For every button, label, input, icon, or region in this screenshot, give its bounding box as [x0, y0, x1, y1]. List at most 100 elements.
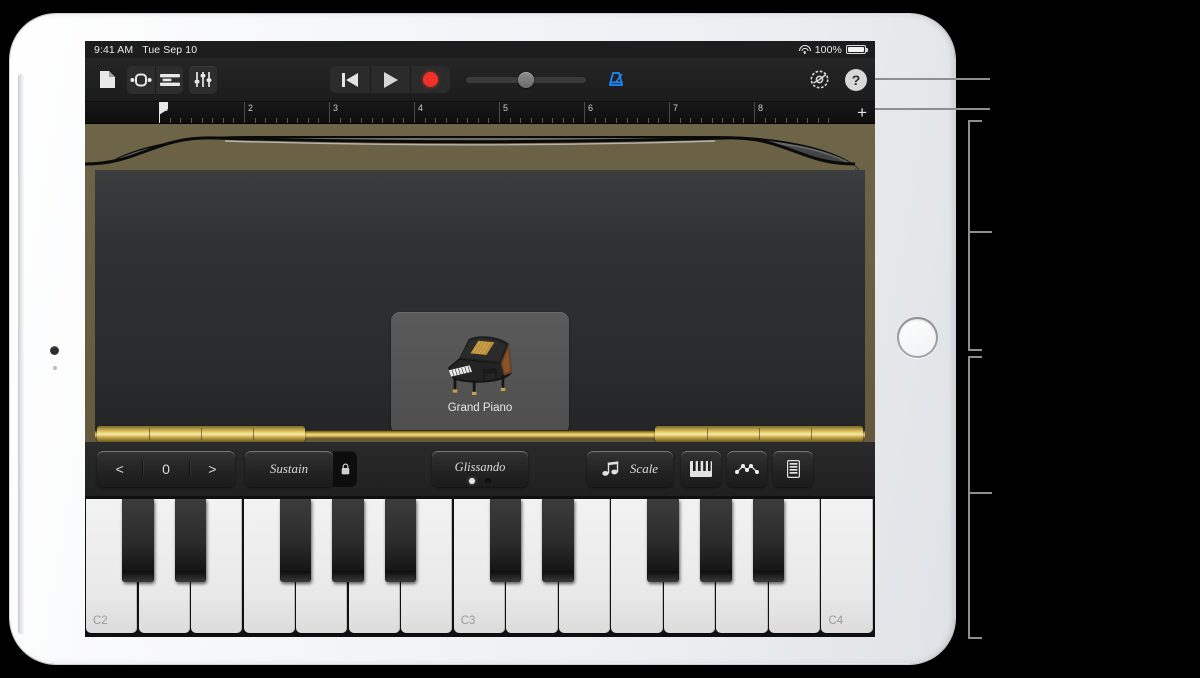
ruler-tick [488, 118, 490, 123]
metronome-button[interactable] [602, 66, 630, 94]
loop-browser-button[interactable] [127, 66, 155, 94]
octave-down-button[interactable]: < [97, 461, 142, 477]
lock-icon [341, 463, 349, 475]
volume-slider-knob[interactable] [518, 71, 534, 88]
ruler-ticks [499, 117, 584, 123]
ruler-tick [286, 118, 288, 123]
ruler-tick [732, 118, 734, 123]
ruler-tick [318, 118, 320, 123]
black-key-F#2[interactable] [279, 499, 312, 583]
ruler-tick [637, 118, 639, 123]
fx-mixer-button[interactable] [189, 65, 217, 94]
white-key-C-14[interactable]: C4 [821, 499, 873, 633]
scale-label: Scale [629, 461, 659, 476]
callout-instrument-bracket [968, 120, 970, 351]
ruler-bar-label: 5 [503, 103, 509, 113]
wifi-icon [798, 45, 811, 54]
ruler-tick [254, 118, 256, 123]
black-key-C#2[interactable] [122, 499, 154, 583]
glissando-mode-dots[interactable] [469, 477, 491, 484]
callout-toolbar [875, 78, 990, 80]
help-button[interactable]: ? [845, 68, 867, 91]
keyboard-size-button[interactable] [773, 451, 813, 487]
octave-label: C4 [828, 615, 844, 627]
black-key-A#2[interactable] [384, 499, 417, 583]
black-key-G#3[interactable] [700, 499, 732, 583]
piano-keyboard[interactable]: C2 C3 C4 [85, 496, 875, 637]
ruler-tick [775, 118, 777, 123]
settings-button[interactable] [805, 66, 833, 94]
ruler-tick [541, 118, 543, 123]
piano-keys-container[interactable]: C2 C3 C4 [86, 499, 874, 633]
arpeggiator-button[interactable] [727, 451, 767, 487]
ruler-ticks [584, 117, 669, 123]
glissando-button[interactable]: Glissando [432, 451, 528, 487]
ruler-ticks [244, 117, 329, 123]
ruler-tick [233, 118, 235, 123]
metronome-icon [608, 71, 624, 86]
grand-piano-icon [448, 336, 512, 395]
ruler-tick [212, 118, 214, 123]
playhead[interactable] [159, 102, 169, 123]
ruler-tick [201, 118, 203, 123]
ruler-tick [435, 118, 437, 123]
ruler-tick [796, 118, 798, 123]
black-key-D#3[interactable] [542, 499, 574, 583]
ruler-tick [467, 118, 469, 123]
ruler-ticks [669, 117, 754, 123]
arpeggiator-icon [735, 464, 759, 474]
mixer-sliders-icon [194, 72, 212, 87]
main-toolbar: ? [85, 58, 875, 102]
keyboard-control-strip: < 0 > Sustain Glissando Scale [85, 442, 875, 496]
ruler-bar-label: 2 [248, 103, 254, 113]
black-key-G#2[interactable] [332, 499, 364, 583]
scale-button[interactable]: Scale [587, 451, 673, 487]
timeline-ruler[interactable]: 12345678 + [85, 102, 875, 124]
black-key-F#3[interactable] [647, 499, 679, 583]
ruler-ticks [159, 117, 244, 123]
sustain-button[interactable]: Sustain [245, 451, 333, 487]
track-view-button[interactable] [155, 65, 183, 94]
ruler-tick [562, 118, 564, 123]
ruler-bar-label: 3 [333, 103, 339, 113]
octave-value: 0 [142, 461, 188, 477]
ruler-bar-label: 8 [758, 103, 764, 113]
play-button[interactable] [370, 66, 410, 93]
play-icon [384, 71, 398, 88]
keyboard-layout-button[interactable] [681, 451, 721, 487]
transport-and-volume [330, 66, 630, 94]
ruler-tick [180, 118, 182, 123]
home-button[interactable] [897, 317, 938, 358]
glissando-dot-2[interactable] [485, 477, 491, 484]
glissando-label: Glissando [454, 459, 506, 474]
ruler-tick [711, 118, 713, 123]
ruler-tick [722, 118, 724, 123]
instrument-card[interactable]: Grand Piano [391, 312, 569, 434]
ruler-tick [371, 118, 373, 123]
add-section-button[interactable]: + [857, 103, 867, 122]
black-key-C#3[interactable] [489, 499, 522, 583]
ruler-tick [807, 118, 809, 123]
instrument-card-label: Grand Piano [447, 402, 513, 414]
callout-ruler [875, 108, 990, 110]
gold-plate-left [97, 426, 305, 442]
my-songs-button[interactable] [93, 66, 121, 94]
record-button[interactable] [410, 66, 450, 93]
ruler-tick [520, 118, 522, 123]
ruler-tick [626, 118, 628, 123]
piano-body-panel: Grand Piano [95, 170, 865, 434]
rewind-button[interactable] [330, 66, 370, 93]
keyboard-keys-icon [690, 461, 712, 477]
callout-instrument-bracket-top [968, 120, 982, 122]
glissando-dot-1[interactable] [469, 477, 475, 484]
octave-up-button[interactable]: > [188, 461, 235, 477]
keyboard-size-icon [786, 460, 800, 478]
black-key-D#2[interactable] [174, 499, 207, 583]
octave-label: C3 [460, 615, 476, 627]
loop-browser-icon [130, 73, 152, 86]
battery-icon [846, 44, 868, 55]
master-volume-slider[interactable] [466, 71, 586, 88]
rewind-icon [341, 72, 358, 87]
black-key-A#3[interactable] [752, 499, 785, 583]
sustain-lock-button[interactable] [333, 451, 357, 487]
